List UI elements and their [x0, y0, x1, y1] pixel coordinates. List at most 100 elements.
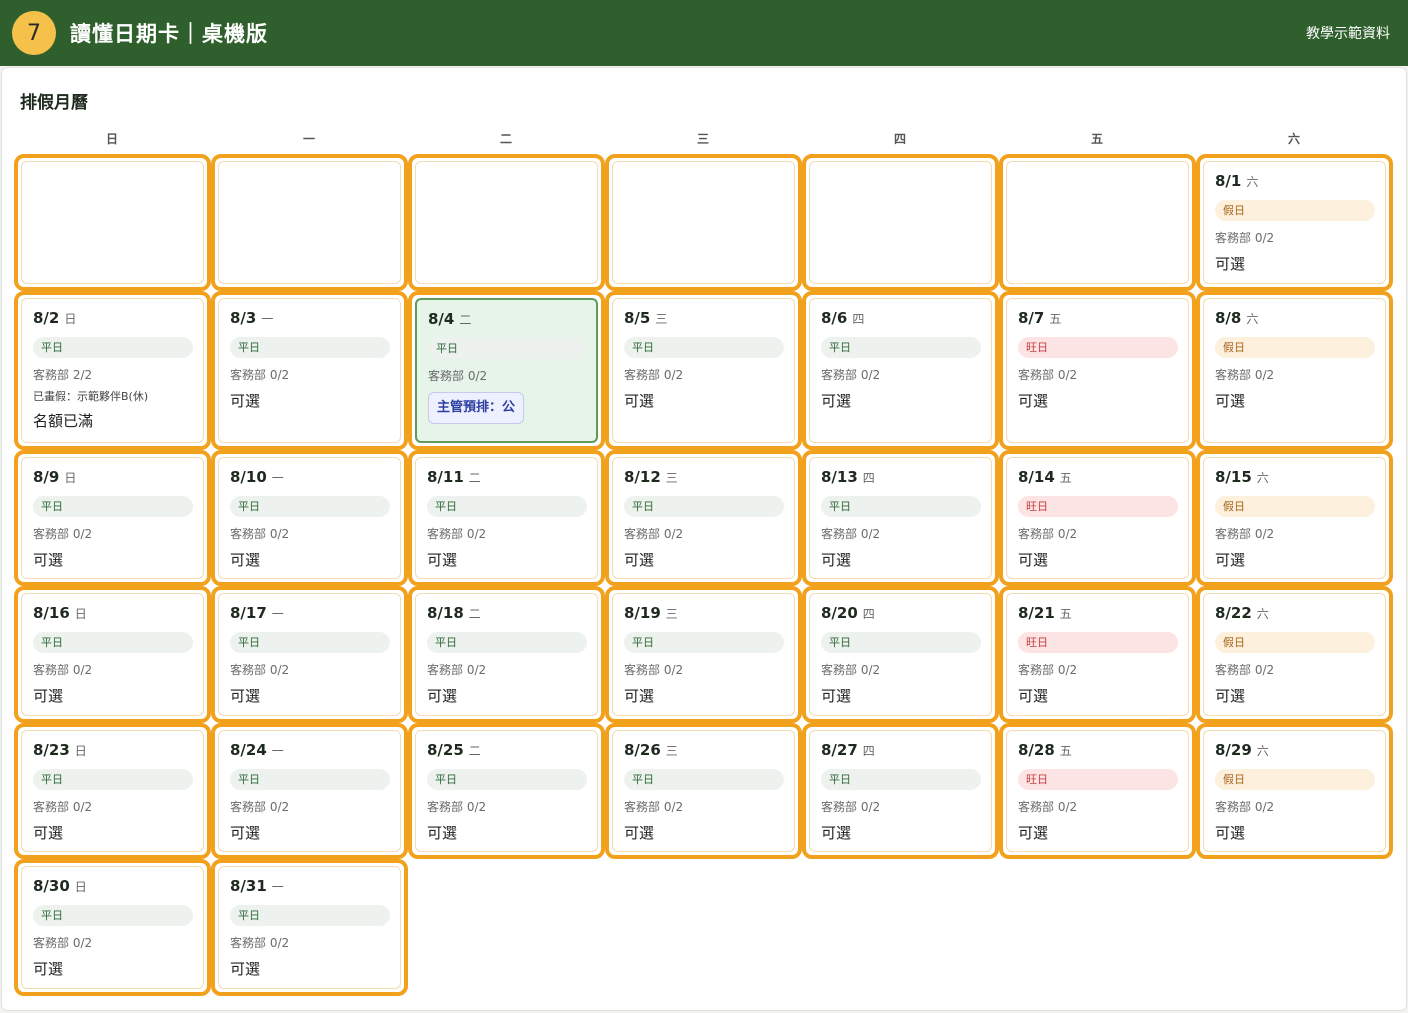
day-card: 8/6 四平日 客務部 0/2 可選 — [809, 298, 992, 443]
day-card: 8/30 日平日 客務部 0/2 可選 — [21, 866, 204, 989]
date-line: 8/25 二 — [427, 741, 587, 763]
department-quota: 客務部 0/2 — [427, 663, 487, 677]
empty-day-cell — [999, 154, 1196, 291]
day-cell[interactable]: 8/30 日平日 客務部 0/2 可選 — [14, 859, 211, 996]
day-cell[interactable]: 8/29 六假日 客務部 0/2 可選 — [1196, 723, 1393, 859]
day-cell[interactable]: 8/19 三平日 客務部 0/2 可選 — [605, 586, 802, 723]
day-cell[interactable]: 8/2 日平日 客務部 2/2 已畫假：示範夥伴B(休) 名額已滿 — [14, 291, 211, 450]
day-date: 8/3 — [230, 309, 257, 327]
day-cell[interactable]: 8/4 二平日 客務部 0/2 主管預排：公 — [408, 291, 605, 450]
day-cell[interactable]: 8/15 六假日 客務部 0/2 可選 — [1196, 450, 1393, 586]
day-status: 可選 — [1018, 392, 1049, 410]
date-line: 8/20 四 — [821, 604, 981, 626]
day-type-badge: 平日 — [33, 496, 193, 517]
day-status: 可選 — [624, 392, 655, 410]
day-card: 8/12 三平日 客務部 0/2 可選 — [612, 457, 795, 579]
day-status: 可選 — [1215, 687, 1246, 705]
day-cell[interactable]: 8/14 五旺日 客務部 0/2 可選 — [999, 450, 1196, 586]
day-type-badge: 平日 — [33, 337, 193, 358]
day-type-badge: 假日 — [1215, 769, 1375, 790]
day-card: 8/23 日平日 客務部 0/2 可選 — [21, 730, 204, 852]
day-card: 8/14 五旺日 客務部 0/2 可選 — [1006, 457, 1189, 579]
day-type-badge: 假日 — [1215, 632, 1375, 653]
day-type-badge: 平日 — [821, 769, 981, 790]
weekday-header: 三 — [696, 132, 709, 146]
day-cell[interactable]: 8/13 四平日 客務部 0/2 可選 — [802, 450, 999, 586]
weekday-header: 六 — [1287, 132, 1300, 146]
day-weekday: 五 — [1059, 744, 1072, 758]
department-quota: 客務部 0/2 — [428, 369, 488, 383]
day-cell[interactable]: 8/1 六假日 客務部 0/2 可選 — [1196, 154, 1393, 291]
day-cell[interactable]: 8/22 六假日 客務部 0/2 可選 — [1196, 586, 1393, 723]
day-status: 可選 — [821, 687, 852, 705]
day-card: 8/28 五旺日 客務部 0/2 可選 — [1006, 730, 1189, 852]
demo-data-label: 教學示範資料 — [1306, 26, 1390, 42]
day-cell[interactable]: 8/5 三平日 客務部 0/2 可選 — [605, 291, 802, 450]
day-cell[interactable]: 8/31 一平日 客務部 0/2 可選 — [211, 859, 408, 996]
department-quota: 客務部 0/2 — [1018, 663, 1078, 677]
day-type-badge: 旺日 — [1018, 337, 1178, 358]
date-line: 8/16 日 — [33, 604, 193, 626]
day-card: 8/7 五旺日 客務部 0/2 可選 — [1006, 298, 1189, 443]
day-type-badge: 平日 — [427, 769, 587, 790]
day-cell[interactable]: 8/21 五旺日 客務部 0/2 可選 — [999, 586, 1196, 723]
day-cell[interactable]: 8/8 六假日 客務部 0/2 可選 — [1196, 291, 1393, 450]
day-cell[interactable]: 8/9 日平日 客務部 0/2 可選 — [14, 450, 211, 586]
day-cell[interactable]: 8/24 一平日 客務部 0/2 可選 — [211, 723, 408, 859]
day-weekday: 六 — [1246, 175, 1259, 189]
day-cell[interactable]: 8/16 日平日 客務部 0/2 可選 — [14, 586, 211, 723]
day-cell[interactable]: 8/3 一平日 客務部 0/2 可選 — [211, 291, 408, 450]
day-cell[interactable]: 8/28 五旺日 客務部 0/2 可選 — [999, 723, 1196, 859]
day-status: 可選 — [230, 392, 261, 410]
date-line: 8/19 三 — [624, 604, 784, 626]
day-weekday: 四 — [852, 312, 865, 326]
day-weekday: 一 — [271, 880, 284, 894]
day-card: 8/2 日平日 客務部 2/2 已畫假：示範夥伴B(休) 名額已滿 — [21, 298, 204, 443]
day-date: 8/22 — [1215, 604, 1252, 622]
day-type-badge: 平日 — [230, 337, 390, 358]
department-quota: 客務部 0/2 — [624, 663, 684, 677]
department-quota: 客務部 0/2 — [821, 368, 881, 382]
day-cell[interactable]: 8/20 四平日客務部 0/2 可選 — [802, 586, 999, 723]
department-quota: 客務部 0/2 — [821, 663, 881, 677]
date-line: 8/1 六 — [1215, 172, 1375, 194]
date-line: 8/31 一 — [230, 877, 390, 899]
day-cell[interactable]: 8/17 一平日 客務部 0/2 可選 — [211, 586, 408, 723]
empty-day-cell — [211, 154, 408, 291]
day-cell[interactable]: 8/10 一平日 客務部 0/2 可選 — [211, 450, 408, 586]
date-line: 8/27 四 — [821, 741, 981, 763]
day-cell[interactable]: 8/11 二平日 客務部 0/2 可選 — [408, 450, 605, 586]
day-cell[interactable]: 8/7 五旺日 客務部 0/2 可選 — [999, 291, 1196, 450]
day-cell[interactable]: 8/18 二平日 客務部 0/2 可選 — [408, 586, 605, 723]
empty-day-cell-inner — [415, 161, 598, 284]
app-title: 讀懂日期卡｜桌機版 — [70, 22, 268, 46]
day-weekday: 三 — [655, 312, 668, 326]
day-cell[interactable]: 8/25 二平日 客務部 0/2 可選 — [408, 723, 605, 859]
day-cell[interactable]: 8/23 日平日 客務部 0/2 可選 — [14, 723, 211, 859]
day-weekday: 五 — [1059, 607, 1072, 621]
day-status: 可選 — [230, 824, 261, 842]
date-line: 8/23 日 — [33, 741, 193, 763]
department-quota: 客務部 0/2 — [1215, 800, 1275, 814]
day-cell[interactable]: 8/6 四平日 客務部 0/2 可選 — [802, 291, 999, 450]
department-quota: 客務部 2/2 — [33, 368, 93, 382]
day-status: 可選 — [821, 392, 852, 410]
day-weekday: 二 — [468, 744, 481, 758]
day-status: 可選 — [821, 824, 852, 842]
booked-leave-note: 已畫假：示範夥伴B(休) — [33, 390, 149, 403]
day-cell[interactable]: 8/27 四平日 客務部 0/2 可選 — [802, 723, 999, 859]
day-date: 8/1 — [1215, 172, 1242, 190]
day-cell[interactable]: 8/12 三平日 客務部 0/2 可選 — [605, 450, 802, 586]
day-status: 可選 — [33, 551, 64, 569]
department-quota: 客務部 0/2 — [230, 663, 290, 677]
day-type-badge: 旺日 — [1018, 769, 1178, 790]
date-line: 8/11 二 — [427, 468, 587, 490]
day-type-badge: 平日 — [821, 632, 981, 653]
day-cell[interactable]: 8/26 三平日 客務部 0/2 可選 — [605, 723, 802, 859]
day-status: 可選 — [821, 551, 852, 569]
day-type-badge: 旺日 — [1018, 632, 1178, 653]
day-date: 8/26 — [624, 741, 661, 759]
day-card: 8/11 二平日 客務部 0/2 可選 — [415, 457, 598, 579]
day-status: 可選 — [1018, 824, 1049, 842]
department-quota: 客務部 0/2 — [33, 936, 93, 950]
